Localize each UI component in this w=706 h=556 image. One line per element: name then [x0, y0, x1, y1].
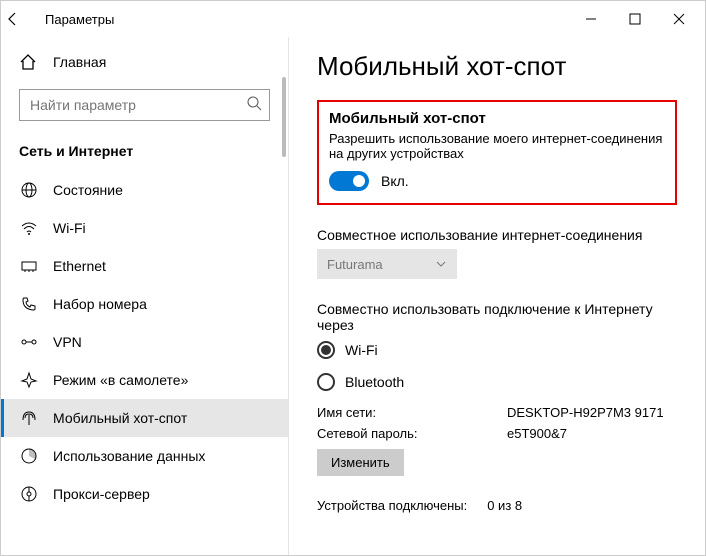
hotspot-toggle[interactable] [329, 171, 369, 191]
network-password-label: Сетевой пароль: [317, 426, 507, 441]
network-name-label: Имя сети: [317, 405, 507, 420]
nav-hotspot[interactable]: Мобильный хот-спот [1, 399, 288, 437]
dropdown-value: Futurama [327, 257, 383, 272]
share-connection-label: Совместное использование интернет-соедин… [317, 227, 677, 243]
nav-label: Состояние [53, 182, 123, 198]
search-input[interactable] [19, 89, 270, 121]
vpn-icon [19, 333, 39, 351]
radio-wifi[interactable]: Wi-Fi [317, 341, 677, 359]
nav-label: Режим «в самолете» [53, 372, 188, 388]
radio-circle-icon [317, 341, 335, 359]
radio-bluetooth[interactable]: Bluetooth [317, 373, 677, 391]
nav-vpn[interactable]: VPN [1, 323, 288, 361]
radio-wifi-label: Wi-Fi [345, 342, 378, 358]
ethernet-icon [19, 257, 39, 275]
nav-data-usage[interactable]: Использование данных [1, 437, 288, 475]
section-title: Сеть и Интернет [1, 135, 288, 171]
toggle-state-label: Вкл. [381, 173, 409, 189]
back-button[interactable] [5, 11, 37, 27]
main-content: Мобильный хот-спот Мобильный хот-спот Ра… [289, 37, 705, 555]
airplane-icon [19, 371, 39, 389]
edit-button[interactable]: Изменить [317, 449, 404, 476]
hotspot-desc: Разрешить использование моего интернет-с… [329, 131, 665, 161]
minimize-button[interactable] [569, 3, 613, 35]
search-box[interactable] [19, 89, 270, 121]
nav-status[interactable]: Состояние [1, 171, 288, 209]
phone-icon [19, 295, 39, 313]
search-icon [246, 95, 262, 111]
share-connection-dropdown[interactable]: Futurama [317, 249, 457, 279]
hotspot-icon [19, 409, 39, 427]
titlebar: Параметры [1, 1, 705, 37]
nav-label: Ethernet [53, 258, 106, 274]
data-icon [19, 447, 39, 465]
wifi-icon [19, 219, 39, 237]
network-password-value: e5T900&7 [507, 426, 677, 441]
radio-circle-icon [317, 373, 335, 391]
home-label: Главная [53, 54, 106, 70]
radio-bt-label: Bluetooth [345, 374, 404, 390]
page-title: Мобильный хот-спот [317, 51, 677, 82]
nav-wifi[interactable]: Wi-Fi [1, 209, 288, 247]
chevron-down-icon [435, 258, 447, 270]
hotspot-section: Мобильный хот-спот Разрешить использован… [317, 100, 677, 205]
nav-proxy[interactable]: Прокси-сервер [1, 475, 288, 513]
nav-label: Набор номера [53, 296, 147, 312]
nav-label: VPN [53, 334, 82, 350]
home-nav[interactable]: Главная [1, 45, 288, 79]
home-icon [19, 53, 39, 71]
nav-label: Прокси-сервер [53, 486, 150, 502]
globe-icon [19, 181, 39, 199]
maximize-button[interactable] [613, 3, 657, 35]
scrollbar[interactable] [282, 77, 286, 157]
window-title: Параметры [37, 12, 569, 27]
devices-connected-label: Устройства подключены: [317, 498, 467, 513]
nav-label: Мобильный хот-спот [53, 410, 187, 426]
nav-dialup[interactable]: Набор номера [1, 285, 288, 323]
network-name-value: DESKTOP-H92P7M3 9171 [507, 405, 677, 420]
hotspot-title: Мобильный хот-спот [329, 110, 665, 127]
proxy-icon [19, 485, 39, 503]
close-button[interactable] [657, 3, 701, 35]
share-via-label: Совместно использовать подключение к Инт… [317, 301, 677, 333]
nav-label: Wi-Fi [53, 220, 86, 236]
nav-label: Использование данных [53, 448, 205, 464]
nav-airplane[interactable]: Режим «в самолете» [1, 361, 288, 399]
devices-connected-value: 0 из 8 [487, 498, 522, 513]
sidebar: Главная Сеть и Интернет Состояние Wi-Fi [1, 37, 289, 555]
nav-ethernet[interactable]: Ethernet [1, 247, 288, 285]
